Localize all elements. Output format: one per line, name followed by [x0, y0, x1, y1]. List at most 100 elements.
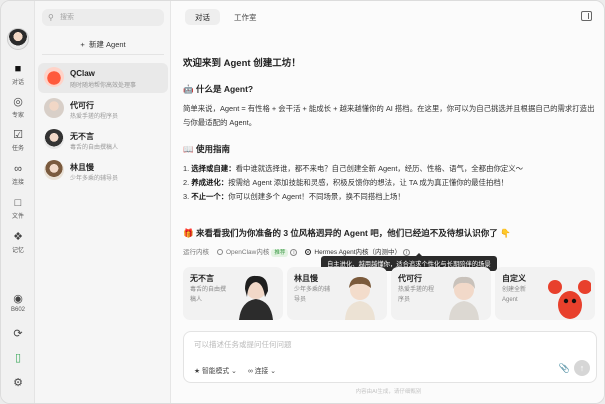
conversation-name: 林且慢 — [70, 163, 94, 172]
guide-item: 1. 选择或自建：看中谁就选择谁，都不来电？自己创建全新 Agent，经历、性格… — [183, 164, 524, 173]
nav-rail: ■ 对话 ◎ 专家 ☑ 任务 ∞ 连接 □ 文件 ❖ 记忆 ◉ B602 ⟳ ▯… — [1, 1, 35, 403]
link-icon: ∞ — [248, 368, 253, 375]
conversation-subtitle: 随时随地帮你高效处理事 — [70, 83, 137, 89]
search-input[interactable]: ⚲ 搜索 — [42, 9, 164, 26]
phone-icon: ▯ — [14, 352, 22, 364]
kernel-selector: 运行内核 OpenClaw内核 推荐 i Hermes Agent内核（内测中） i — [183, 246, 411, 257]
guide-item: 2. 养成进化：按需给 Agent 添加技能和灵感，积极反馈你的想法，让 TA … — [183, 178, 509, 187]
folder-icon: □ — [14, 197, 22, 209]
book-icon: 📖 — [183, 144, 194, 154]
gear-icon: ⚙ — [13, 377, 23, 389]
kernel-option-hermes[interactable]: Hermes Agent内核（内测中） i — [305, 246, 411, 256]
rail-item-files[interactable]: □ 文件 — [1, 197, 35, 220]
tab-bar: 对话 工作室 — [185, 9, 267, 25]
conversation-subtitle: 热爱手搓的程序员 — [70, 114, 119, 120]
agent-avatar — [44, 129, 64, 149]
conversation-item[interactable]: QClaw 随时随地帮你高效处理事 — [38, 63, 168, 93]
agent-card[interactable]: 自定义 创建全新 Agent — [495, 267, 595, 320]
tab-chat[interactable]: 对话 — [185, 9, 220, 25]
connect-selector[interactable]: ∞ 连接 ⌄ — [248, 365, 276, 375]
conversation-name: 代可行 — [70, 101, 94, 110]
rail-item-chat[interactable]: ■ 对话 — [1, 63, 35, 86]
conversation-item[interactable]: 无不言 毒舌的自由撰稿人 — [38, 125, 168, 155]
rail-label: 文件 — [11, 214, 24, 220]
tab-studio[interactable]: 工作室 — [224, 9, 267, 25]
rail-item-phone[interactable]: ▯ — [1, 352, 35, 366]
rail-item-settings[interactable]: ⚙ — [1, 377, 35, 391]
rail-item-memory[interactable]: ❖ 记忆 — [1, 231, 35, 254]
mode-icon: ★ — [194, 368, 201, 375]
agent-portrait — [345, 277, 375, 320]
kernel-label: 运行内核 — [183, 249, 209, 256]
link-icon: ∞ — [14, 163, 22, 175]
page-title: 欢迎来到 Agent 创建工坊！ — [183, 58, 301, 69]
rail-label: 连接 — [11, 180, 24, 186]
info-icon[interactable]: i — [403, 249, 411, 256]
gift-icon: 🎁 — [183, 228, 194, 238]
chevron-down-icon: ⌄ — [270, 368, 276, 375]
section-title: 什么是 Agent? — [195, 84, 254, 94]
cards-heading: 来看看我们为你准备的 3 位风格迥异的 Agent 吧，他们已经迫不及待想认识你… — [195, 228, 498, 238]
kernel-option-openclaw[interactable]: OpenClaw内核 推荐 i — [217, 246, 298, 257]
lobster-mascot — [548, 280, 591, 319]
plus-icon: + — [80, 40, 85, 49]
radio-icon — [305, 249, 312, 255]
radio-icon — [217, 249, 223, 255]
qclaw-avatar — [44, 67, 64, 87]
chat-input-box[interactable]: 可以描述任务或提问任何问题 ★ 智能模式 ⌄ ∞ 连接 ⌄ 📎 ↑ — [183, 331, 597, 383]
chat-input-placeholder: 可以描述任务或提问任何问题 — [194, 340, 292, 349]
point-icon: 👇 — [500, 228, 511, 238]
rail-item-b602[interactable]: ◉ B602 — [1, 293, 35, 313]
conversation-subtitle: 毒舌的自由撰稿人 — [70, 145, 119, 151]
info-icon[interactable]: i — [290, 249, 298, 256]
task-icon: ☑ — [13, 129, 23, 141]
agent-card[interactable]: 代可行 热爱手搓的程序员 — [391, 267, 491, 320]
search-icon: ⚲ — [48, 13, 54, 22]
agent-cards: 无不言 毒舌的自由撰稿人 林且慢 少年多乘的辅导员 代可行 热爱手搓的程序员 自… — [183, 267, 597, 320]
agent-card-name: 代可行 — [398, 274, 422, 283]
agent-card-desc: 毒舌的自由撰稿人 — [190, 287, 227, 303]
new-agent-label: 新建 Agent — [88, 40, 126, 49]
main-panel: 对话 工作室 欢迎来到 Agent 创建工坊！ 🤖 什么是 Agent? 简单来… — [171, 1, 604, 403]
agent-card-desc: 少年多乘的辅导员 — [294, 287, 331, 303]
welcome-content: 欢迎来到 Agent 创建工坊！ 🤖 什么是 Agent? 简单来说，Agent… — [183, 55, 595, 204]
agent-card-name: 无不言 — [190, 274, 214, 283]
section-title: 使用指南 — [195, 144, 230, 154]
search-placeholder: 搜索 — [60, 14, 74, 21]
agent-avatar — [44, 160, 64, 180]
conversation-item[interactable]: 林且慢 少年多乘的辅导员 — [38, 156, 168, 186]
mode-selector[interactable]: ★ 智能模式 ⌄ — [194, 365, 237, 375]
agent-portrait — [449, 276, 479, 320]
send-button[interactable]: ↑ — [574, 360, 590, 376]
rail-item-refresh[interactable]: ⟳ — [1, 328, 35, 342]
arrow-up-icon: ↑ — [579, 363, 585, 373]
agent-card[interactable]: 无不言 毒舌的自由撰稿人 — [183, 267, 283, 320]
agent-card-desc: 热爱手搓的程序员 — [398, 287, 435, 303]
refresh-icon: ⟳ — [13, 328, 23, 340]
rail-item-link[interactable]: ∞ 连接 — [1, 163, 35, 186]
agent-description: 简单来说，Agent = 有性格 + 会干活 + 能成长 + 越来越懂你的 AI… — [183, 104, 595, 127]
conversation-item[interactable]: 代可行 热爱手搓的程序员 — [38, 94, 168, 124]
rail-item-expert[interactable]: ◎ 专家 — [1, 96, 35, 119]
app-window: ■ 对话 ◎ 专家 ☑ 任务 ∞ 连接 □ 文件 ❖ 记忆 ◉ B602 ⟳ ▯… — [0, 0, 605, 404]
agent-avatar — [44, 98, 64, 118]
agent-card-desc: 创建全新 Agent — [502, 287, 527, 303]
rail-item-task[interactable]: ☑ 任务 — [1, 129, 35, 152]
attachment-icon[interactable]: 📎 — [559, 363, 570, 374]
chat-icon: ■ — [14, 63, 22, 75]
new-agent-button[interactable]: + 新建 Agent — [42, 35, 164, 55]
recommend-badge: 推荐 — [271, 249, 289, 257]
agent-card-name: 林且慢 — [294, 274, 318, 283]
rail-label: 记忆 — [11, 248, 24, 254]
ai-disclaimer: 内容由AI生成，请仔细甄别 — [355, 389, 422, 395]
agent-icon: 🤖 — [183, 84, 194, 94]
panel-toggle-icon[interactable] — [581, 11, 592, 21]
conversation-name: 无不言 — [70, 132, 94, 141]
agent-card[interactable]: 林且慢 少年多乘的辅导员 — [287, 267, 387, 320]
user-avatar[interactable] — [7, 28, 29, 50]
conversation-subtitle: 少年多乘的辅导员 — [70, 176, 119, 182]
target-icon: ◉ — [13, 293, 23, 305]
guide-item: 3. 不止一个：你可以创建多个 Agent！不同场景，换不同搭档上场！ — [183, 192, 405, 201]
agent-card-name: 自定义 — [502, 274, 526, 283]
conversation-name: QClaw — [70, 69, 95, 78]
